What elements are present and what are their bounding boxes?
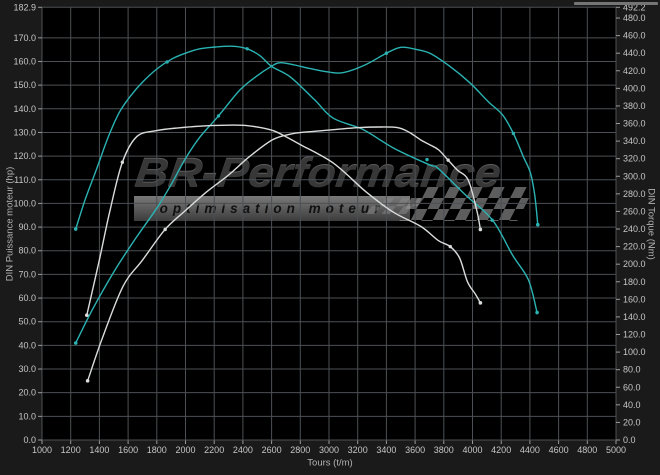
svg-text:60.0: 60.0	[18, 293, 36, 303]
svg-text:1600: 1600	[118, 445, 138, 455]
svg-text:40.0: 40.0	[18, 340, 36, 350]
svg-text:2000: 2000	[175, 445, 195, 455]
svg-text:10.0: 10.0	[18, 411, 36, 421]
svg-text:460.0: 460.0	[623, 31, 646, 41]
svg-text:380.0: 380.0	[623, 101, 646, 111]
svg-text:70.0: 70.0	[18, 269, 36, 279]
svg-text:20.0: 20.0	[18, 388, 36, 398]
svg-text:40.0: 40.0	[623, 400, 641, 410]
svg-text:100.0: 100.0	[13, 198, 36, 208]
svg-text:0.0: 0.0	[623, 435, 636, 445]
svg-text:130.0: 130.0	[13, 127, 36, 137]
svg-text:100.0: 100.0	[623, 347, 646, 357]
svg-text:60.0: 60.0	[623, 382, 641, 392]
svg-text:260.0: 260.0	[623, 206, 646, 216]
svg-text:30.0: 30.0	[18, 364, 36, 374]
svg-text:400.0: 400.0	[623, 83, 646, 93]
svg-text:120.0: 120.0	[623, 330, 646, 340]
svg-text:150.0: 150.0	[13, 80, 36, 90]
curve-power_curve_white	[88, 127, 481, 381]
svg-text:120.0: 120.0	[13, 151, 36, 161]
left-axis-title: DIN Puissance moteur (hp)	[5, 167, 16, 282]
svg-text:2600: 2600	[262, 445, 282, 455]
svg-text:4800: 4800	[577, 445, 597, 455]
svg-text:160.0: 160.0	[13, 56, 36, 66]
svg-text:110.0: 110.0	[14, 175, 36, 185]
svg-text:80.0: 80.0	[18, 246, 36, 256]
svg-text:3200: 3200	[348, 445, 368, 455]
svg-text:420.0: 420.0	[623, 66, 646, 76]
svg-text:220.0: 220.0	[623, 242, 646, 252]
svg-text:300.0: 300.0	[623, 171, 646, 181]
svg-text:440.0: 440.0	[623, 48, 646, 58]
curve-torque_curve_white	[87, 125, 481, 315]
svg-text:480.0: 480.0	[623, 13, 646, 23]
svg-text:140.0: 140.0	[13, 104, 36, 114]
svg-text:5000: 5000	[606, 445, 626, 455]
right-axis-title: DIN Torque (Nm)	[646, 188, 657, 260]
svg-text:4400: 4400	[520, 445, 540, 455]
svg-text:3400: 3400	[376, 445, 396, 455]
svg-text:4600: 4600	[549, 445, 569, 455]
svg-text:50.0: 50.0	[18, 317, 36, 327]
svg-text:160.0: 160.0	[623, 294, 646, 304]
svg-text:1200: 1200	[61, 445, 81, 455]
svg-text:182.9: 182.9	[13, 2, 36, 12]
dyno-chart-window: BR-Performance optimisation moteur 10001…	[0, 0, 660, 475]
svg-text:280.0: 280.0	[623, 189, 646, 199]
top-right-streak	[574, 2, 658, 5]
svg-text:320.0: 320.0	[623, 154, 646, 164]
svg-text:1400: 1400	[89, 445, 109, 455]
svg-text:0.0: 0.0	[23, 435, 36, 445]
svg-text:2800: 2800	[290, 445, 310, 455]
x-axis-title: Tours (t/m)	[307, 458, 352, 469]
svg-text:170.0: 170.0	[13, 33, 36, 43]
svg-text:3600: 3600	[405, 445, 425, 455]
svg-text:4200: 4200	[491, 445, 511, 455]
svg-text:3800: 3800	[434, 445, 454, 455]
svg-text:3000: 3000	[319, 445, 339, 455]
svg-text:2400: 2400	[233, 445, 253, 455]
svg-text:200.0: 200.0	[623, 259, 646, 269]
svg-text:240.0: 240.0	[623, 224, 646, 234]
svg-text:2200: 2200	[204, 445, 224, 455]
svg-text:20.0: 20.0	[623, 417, 641, 427]
svg-text:140.0: 140.0	[623, 312, 646, 322]
svg-text:90.0: 90.0	[18, 222, 36, 232]
svg-text:1000: 1000	[32, 445, 52, 455]
svg-text:4000: 4000	[462, 445, 482, 455]
svg-text:1800: 1800	[147, 445, 167, 455]
svg-text:80.0: 80.0	[623, 365, 641, 375]
chart-canvas: 1000 1200 1400 1600 1800 2000 2200 2400 2600 2800…	[0, 0, 660, 475]
svg-text:360.0: 360.0	[623, 119, 646, 129]
svg-text:180.0: 180.0	[623, 277, 646, 287]
svg-text:340.0: 340.0	[623, 136, 646, 146]
